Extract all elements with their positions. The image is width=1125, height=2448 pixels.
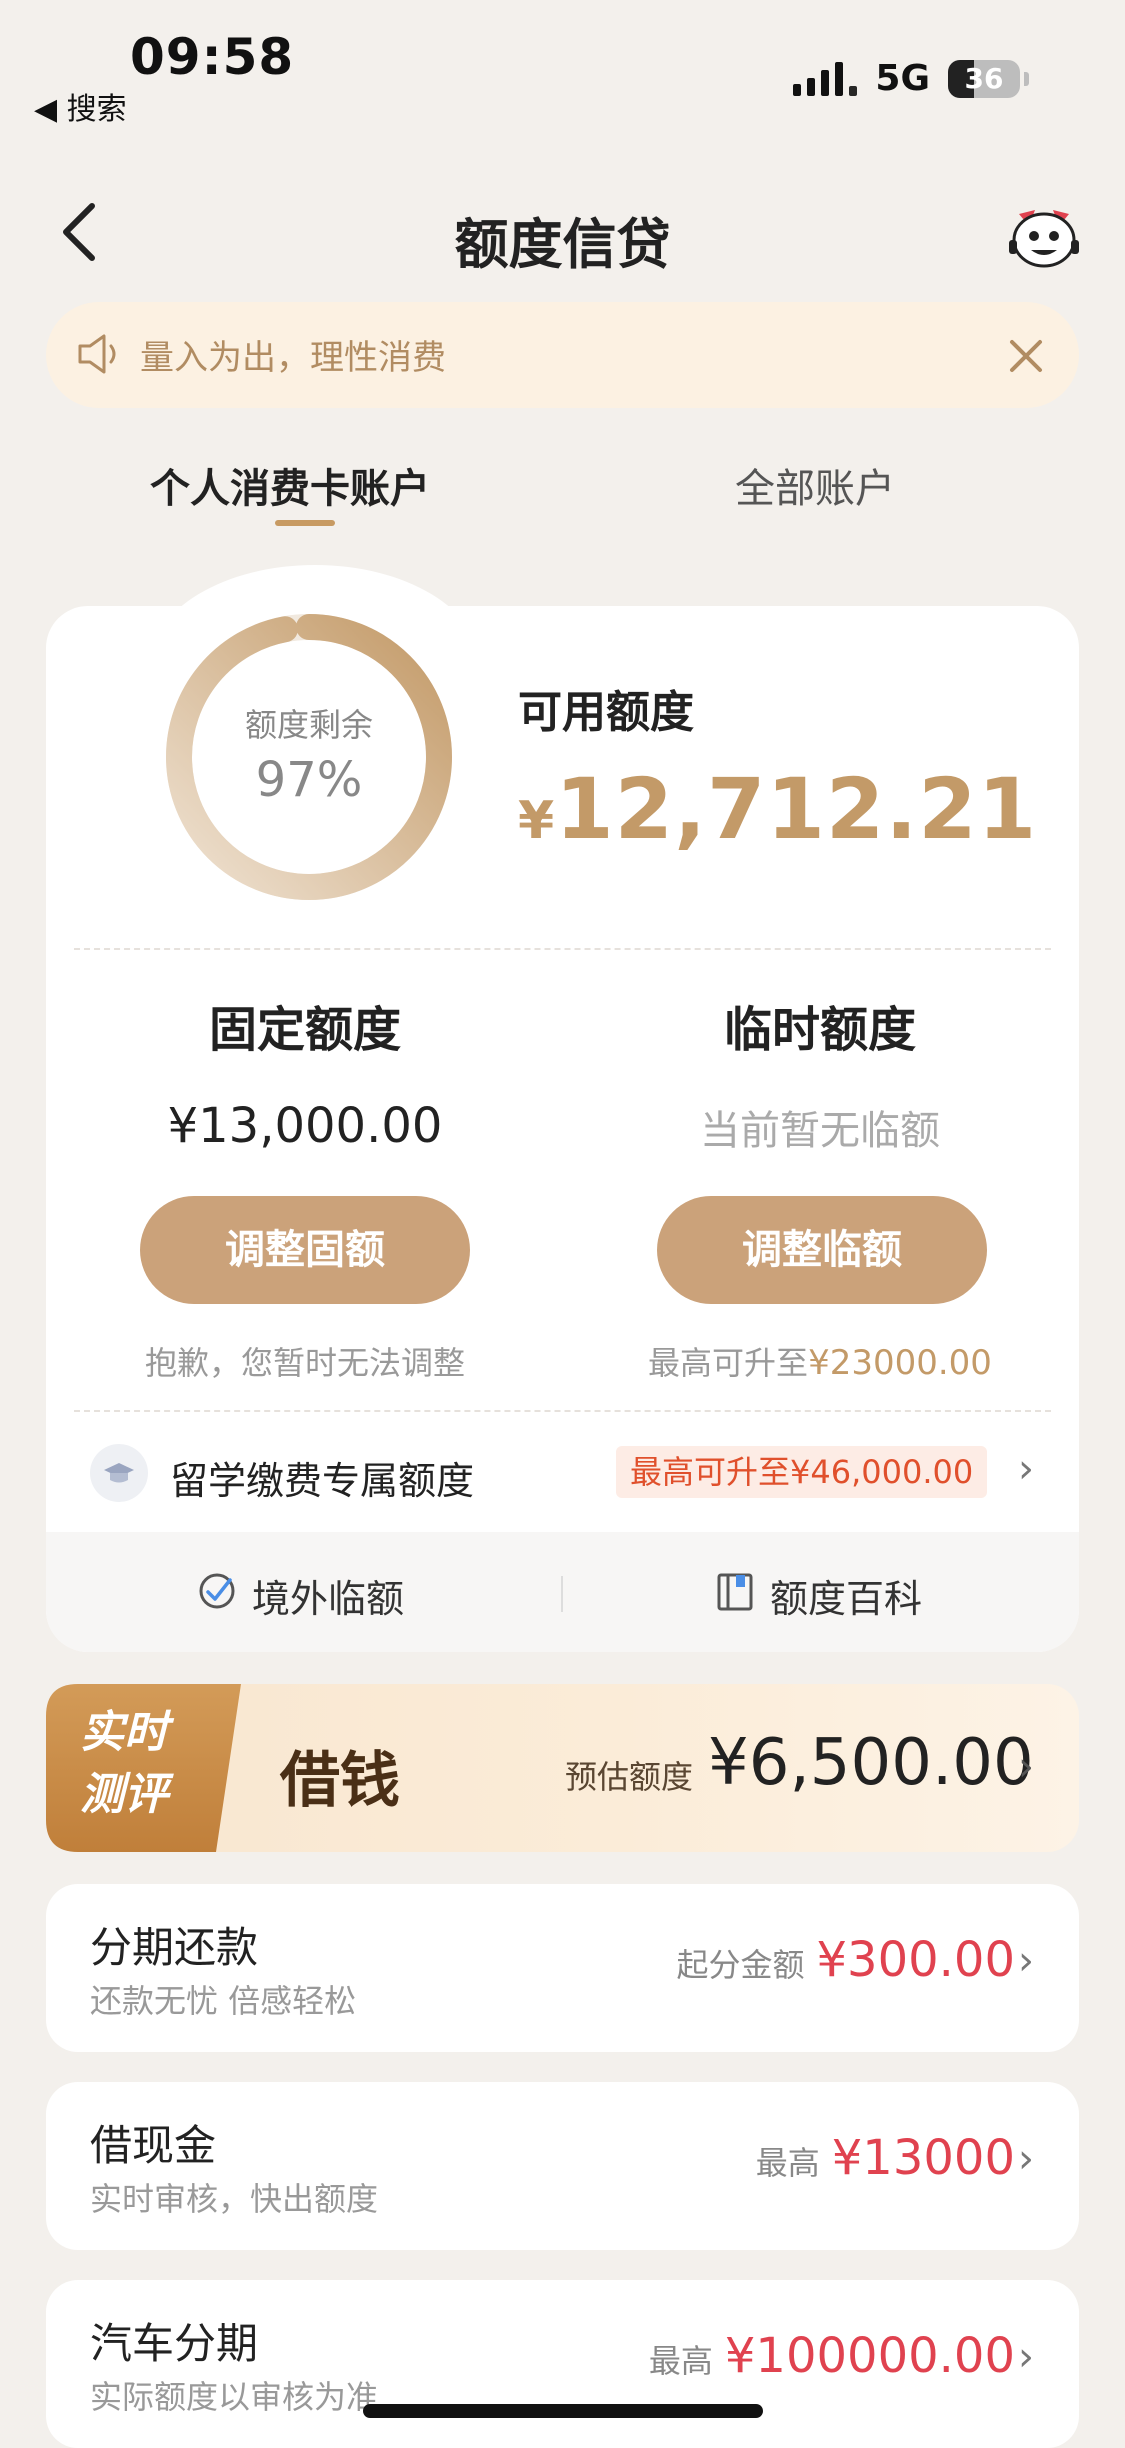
available-credit-amount: ¥12,712.21 bbox=[518, 760, 1037, 858]
item-amount: 最高 ¥13000 bbox=[756, 2130, 1015, 2186]
chevron-right-icon[interactable]: › bbox=[1018, 1446, 1034, 1492]
estimate-value: ¥6,500.00 bbox=[708, 1726, 1034, 1800]
temporary-credit-status: 当前暂无临额 bbox=[700, 1108, 940, 1154]
divider bbox=[74, 1410, 1051, 1412]
remaining-percent: 97% bbox=[255, 752, 363, 808]
chevron-right-icon[interactable]: › bbox=[1018, 1744, 1034, 1790]
tag-line-2: 测评 bbox=[80, 1769, 168, 1820]
close-icon[interactable] bbox=[1004, 334, 1048, 378]
study-abroad-credit-label[interactable]: 留学缴费专属额度 bbox=[170, 1450, 474, 1505]
available-credit-label: 可用额度 bbox=[518, 687, 694, 738]
item-title: 汽车分期 bbox=[90, 2319, 259, 2368]
currency-symbol: ¥ bbox=[518, 791, 556, 851]
overseas-temp-credit-link[interactable]: 境外临额 bbox=[252, 1568, 404, 1623]
network-type: 5G bbox=[875, 58, 930, 99]
item-subtitle: 实际额度以审核为准 bbox=[90, 2378, 379, 2416]
item-subtitle: 还款无忧 倍感轻松 bbox=[90, 1982, 357, 2020]
signal-icon bbox=[793, 61, 858, 96]
study-abroad-badge: 最高可升至¥46,000.00 bbox=[616, 1446, 988, 1498]
battery-icon: 36 bbox=[948, 59, 1020, 98]
item-amount-label: 起分金额 bbox=[676, 1946, 805, 1984]
fixed-credit-title: 固定额度 bbox=[208, 1002, 401, 1058]
back-to-search-link[interactable]: ◀ 搜索 bbox=[34, 84, 127, 128]
credit-wiki-link[interactable]: 额度百科 bbox=[770, 1568, 922, 1623]
adjust-temporary-credit-button[interactable]: 调整临额 bbox=[657, 1196, 987, 1304]
item-title: 分期还款 bbox=[90, 1923, 259, 1972]
page-title: 额度信贷 bbox=[454, 213, 671, 276]
overseas-globe-icon bbox=[199, 1573, 235, 1609]
status-indicators: 5G 36 bbox=[793, 58, 1029, 99]
active-tab-indicator bbox=[275, 520, 335, 526]
temporary-credit-title: 临时额度 bbox=[723, 1002, 916, 1058]
divider bbox=[74, 948, 1051, 950]
item-amount: 最高 ¥100000.00 bbox=[649, 2328, 1015, 2384]
mascot-icon[interactable] bbox=[1005, 200, 1083, 270]
adjust-fixed-credit-button[interactable]: 调整固额 bbox=[140, 1196, 470, 1304]
item-amount-label: 最高 bbox=[648, 2342, 713, 2380]
item-subtitle: 实时审核，快出额度 bbox=[90, 2180, 379, 2218]
item-title: 借现金 bbox=[90, 2121, 217, 2170]
tab-all-accounts[interactable]: 全部账户 bbox=[735, 456, 895, 514]
temp-note-prefix: 最高可升至 bbox=[648, 1344, 809, 1382]
tab-personal-card-account[interactable]: 个人消费卡账户 bbox=[150, 456, 430, 514]
fixed-credit-amount: ¥13,000.00 bbox=[167, 1098, 443, 1154]
battery-level: 36 bbox=[964, 61, 1004, 95]
battery-tip bbox=[1024, 71, 1029, 86]
fixed-credit-note: 抱歉，您暂时无法调整 bbox=[144, 1344, 465, 1382]
chevron-right-icon[interactable]: › bbox=[1018, 2334, 1034, 2380]
home-indicator[interactable] bbox=[363, 2404, 763, 2418]
remaining-label: 额度剩余 bbox=[244, 706, 373, 744]
chevron-right-icon[interactable]: › bbox=[1018, 2136, 1034, 2182]
item-amount-label: 最高 bbox=[755, 2144, 820, 2182]
borrow-title: 借钱 bbox=[280, 1746, 400, 1816]
item-amount: 起分金额 ¥300.00 bbox=[676, 1932, 1015, 1988]
vertical-divider bbox=[561, 1576, 563, 1612]
chevron-right-icon[interactable]: › bbox=[1018, 1938, 1034, 1984]
item-amount-value: ¥13000 bbox=[831, 2130, 1015, 2186]
item-amount-value: ¥100000.00 bbox=[724, 2328, 1015, 2384]
realtime-evaluation-text: 实时 测评 bbox=[80, 1702, 168, 1826]
temporary-credit-note: 最高可升至¥23000.00 bbox=[590, 1338, 1050, 1384]
item-amount-value: ¥300.00 bbox=[816, 1932, 1016, 1988]
status-time: 09:58 bbox=[130, 28, 295, 86]
book-icon bbox=[717, 1573, 753, 1611]
available-amount-value: 12,712.21 bbox=[555, 760, 1038, 858]
notice-text: 量入为出，理性消费 bbox=[140, 338, 446, 378]
temp-note-amount: ¥23000.00 bbox=[808, 1343, 992, 1383]
graduation-cap-icon bbox=[90, 1444, 148, 1502]
speaker-icon bbox=[78, 334, 116, 374]
estimate-label: 预估额度 bbox=[565, 1758, 694, 1796]
tag-line-1: 实时 bbox=[80, 1707, 168, 1758]
